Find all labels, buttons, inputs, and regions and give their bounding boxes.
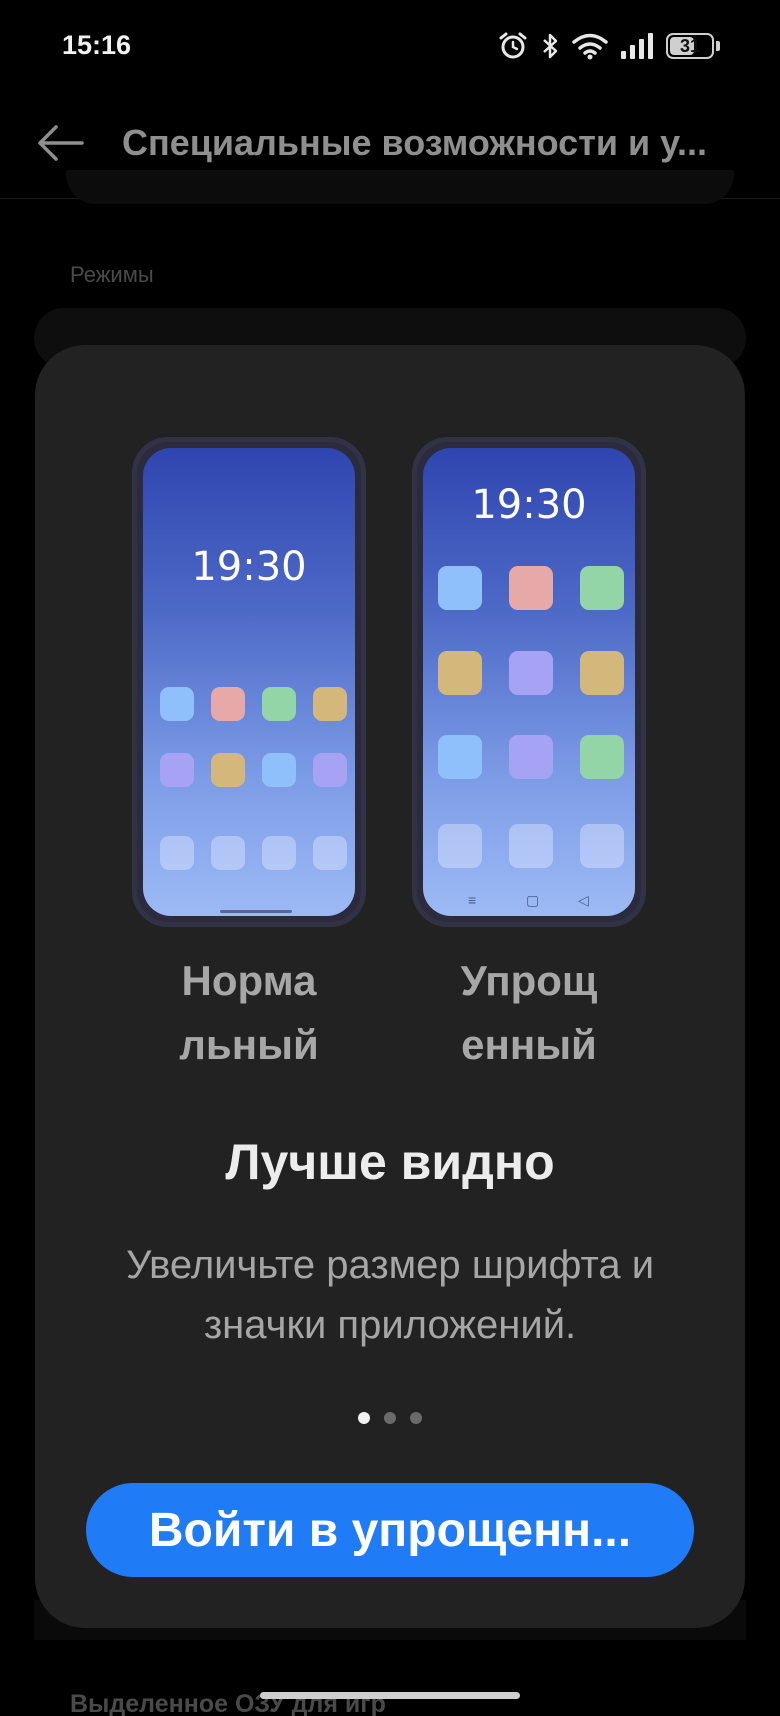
previous-card <box>66 170 734 204</box>
app-icon <box>438 566 482 610</box>
dock-icon <box>438 824 482 868</box>
back-button[interactable] <box>30 118 90 168</box>
app-icon <box>313 687 347 721</box>
battery-level: 31 <box>679 35 701 56</box>
dock-icon <box>160 836 194 870</box>
menu-nav-icon: ≡ <box>468 892 477 908</box>
alarm-icon <box>499 32 527 59</box>
app-icon <box>262 753 296 787</box>
page-dot[interactable] <box>384 1412 396 1424</box>
dock-icon <box>262 836 296 870</box>
mode-label-line: Норма <box>181 957 317 1004</box>
app-icon <box>580 566 624 610</box>
phone-screen: 19:30 ≡ ▢ ◁ <box>423 448 635 916</box>
phone-clock: 19:30 <box>191 544 307 590</box>
phone-clock: 19:30 <box>471 482 587 528</box>
sheet-heading: Лучше видно <box>225 1134 555 1190</box>
arrow-left-icon <box>38 125 84 161</box>
app-icon <box>509 566 553 610</box>
app-icon <box>262 687 296 721</box>
dock-icon <box>509 824 553 868</box>
dock-icon <box>211 836 245 870</box>
back-nav-icon: ◁ <box>578 892 589 908</box>
home-indicator <box>220 910 292 913</box>
app-icon <box>211 753 245 787</box>
gesture-navigation-bar[interactable] <box>260 1692 520 1699</box>
sheet-description: Увеличьте размер шрифта и значки приложе… <box>125 1243 655 1347</box>
battery-icon: 31 <box>666 33 714 59</box>
wifi-icon <box>572 33 608 60</box>
app-icon <box>438 735 482 779</box>
app-icon <box>160 687 194 721</box>
app-icon <box>211 687 245 721</box>
bluetooth-icon <box>543 33 558 59</box>
status-time: 15:16 <box>62 30 132 60</box>
page-title: Специальные возможности и у... <box>122 122 707 163</box>
simple-mode-preview: 19:30 ≡ ▢ ◁ <box>412 437 646 927</box>
signal-icon <box>621 33 653 59</box>
battery-tip <box>716 41 720 51</box>
dock-icon <box>313 836 347 870</box>
phone-screen: 19:30 <box>143 448 355 916</box>
app-icon <box>580 735 624 779</box>
app-icon <box>509 651 553 695</box>
section-label-modes: Режимы <box>70 262 154 287</box>
status-bar: 15:16 31 <box>0 0 780 96</box>
enter-simple-mode-button[interactable]: Войти в упрощенн... <box>86 1483 694 1577</box>
normal-mode-preview: 19:30 <box>132 437 366 927</box>
home-nav-icon: ▢ <box>526 892 540 908</box>
status-icons: 31 <box>498 28 720 64</box>
page-indicator <box>35 1412 745 1424</box>
mode-label-simple: Упрощ енный <box>412 949 646 1077</box>
mode-label-line: енный <box>461 1021 597 1068</box>
app-icon <box>313 753 347 787</box>
mode-label-line: Упрощ <box>460 957 598 1004</box>
app-icon <box>160 753 194 787</box>
simple-mode-sheet: 19:30 19:30 ≡ ▢ ◁ Норма льный Упрощ енны… <box>35 345 745 1628</box>
page-dot[interactable] <box>410 1412 422 1424</box>
app-icon <box>580 651 624 695</box>
app-icon <box>438 651 482 695</box>
mode-label-line: льный <box>179 1021 319 1068</box>
page-dot-active[interactable] <box>358 1412 370 1424</box>
dock-icon <box>580 824 624 868</box>
app-icon <box>509 735 553 779</box>
mode-label-normal: Норма льный <box>132 949 366 1077</box>
